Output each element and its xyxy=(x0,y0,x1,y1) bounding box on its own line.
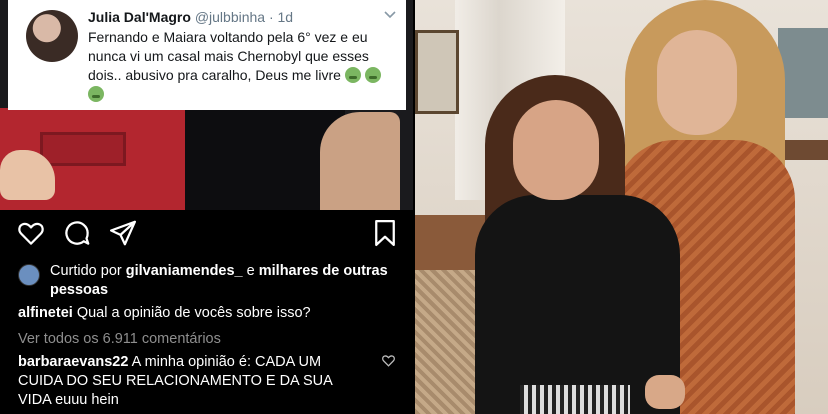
avatar[interactable] xyxy=(18,264,40,286)
likes-user-link[interactable]: gilvaniamendes_ xyxy=(126,263,243,279)
bookmark-icon[interactable] xyxy=(370,218,400,253)
share-icon[interactable] xyxy=(108,218,138,253)
heart-icon[interactable] xyxy=(16,218,46,253)
comment: barbaraevans22 A minha opinião é: CADA U… xyxy=(18,353,363,410)
chevron-down-icon xyxy=(384,8,396,22)
caption-text: Qual a opinião de vocês sobre isso? xyxy=(72,305,311,321)
tweet-card: Julia Dal'Magro @julbbinha · 1d Fernando… xyxy=(8,0,406,110)
tweet-avatar xyxy=(26,10,78,62)
picture-frame-shape xyxy=(415,30,459,114)
comment-like-icon[interactable] xyxy=(381,353,396,373)
tweet-body: Fernando e Maiara voltando pela 6° vez e… xyxy=(88,29,369,83)
face-shape xyxy=(513,100,599,200)
post-caption: alfinetei Qual a opinião de vocês sobre … xyxy=(18,305,311,321)
tweet-author-name: Julia Dal'Magro xyxy=(88,9,191,25)
pants-shape xyxy=(520,385,630,414)
hand-shape xyxy=(645,375,685,409)
nauseated-face-icon xyxy=(364,67,381,83)
photo-two-women xyxy=(415,0,828,414)
leg-shape xyxy=(320,112,400,210)
comment-user-link[interactable]: barbaraevans22 xyxy=(18,354,128,370)
view-all-comments-link[interactable]: Ver todos os 6.911 comentários xyxy=(18,331,221,347)
likes-text: Curtido por gilvaniamendes_ e milhares d… xyxy=(50,262,400,300)
nauseated-face-icon xyxy=(88,86,104,102)
likes-middle: e xyxy=(242,263,259,279)
tweet-time: · 1d xyxy=(268,9,294,25)
tweet-text: Fernando e Maiara voltando pela 6° vez e… xyxy=(88,28,393,104)
action-bar xyxy=(0,218,413,256)
caption-user-link[interactable]: alfinetei xyxy=(18,305,73,321)
comment-icon[interactable] xyxy=(62,218,92,253)
instagram-post: Julia Dal'Magro @julbbinha · 1d Fernando… xyxy=(0,0,413,414)
tweet-header: Julia Dal'Magro @julbbinha · 1d xyxy=(88,9,293,25)
tweet-author-handle: @julbbinha xyxy=(194,9,266,25)
belt-shape xyxy=(40,132,126,166)
post-photo[interactable]: Julia Dal'Magro @julbbinha · 1d Fernando… xyxy=(0,0,413,210)
likes-prefix: Curtido por xyxy=(50,263,126,279)
woman-brunette-shape xyxy=(475,75,685,414)
nauseated-face-icon xyxy=(344,67,361,83)
